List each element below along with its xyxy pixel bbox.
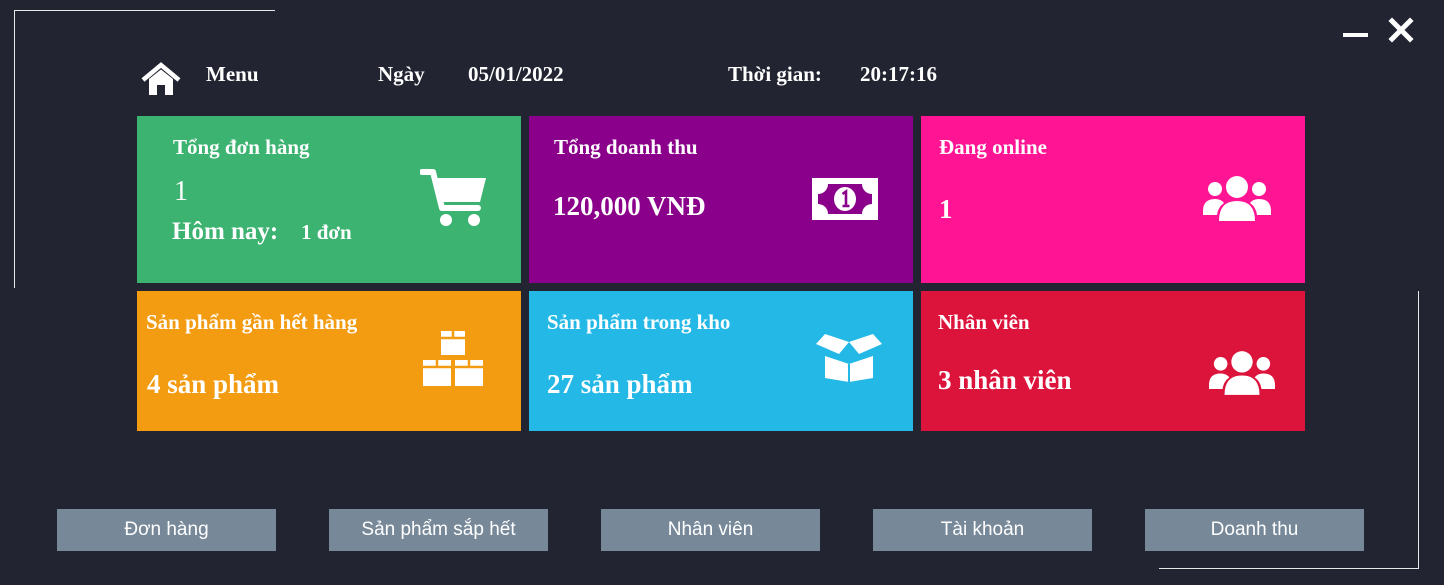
- tile-online[interactable]: Đang online 1: [921, 116, 1305, 283]
- frame-top-left-v: [14, 10, 15, 288]
- tile-total-revenue[interactable]: Tổng doanh thu 120,000 VNĐ: [529, 116, 913, 283]
- today-label: Hôm nay:: [172, 218, 279, 245]
- tile-value: 120,000 VNĐ: [553, 191, 706, 221]
- tile-title: Tổng doanh thu: [554, 135, 698, 159]
- close-button[interactable]: [1388, 17, 1414, 43]
- tile-staff[interactable]: Nhân viên 3 nhân viên: [921, 291, 1305, 431]
- tile-title: Tổng đơn hàng: [173, 135, 310, 159]
- users-icon: [1203, 175, 1271, 228]
- tile-total-orders[interactable]: Tổng đơn hàng 1 Hôm nay: 1 đơn: [137, 116, 521, 283]
- menu-label[interactable]: Menu: [206, 62, 259, 87]
- tile-low-stock[interactable]: Sản phẩm gần hết hàng 4 sản phẩm: [137, 291, 521, 431]
- date-label: Ngày: [378, 62, 425, 86]
- tile-value: 1: [939, 194, 953, 224]
- tile-in-stock[interactable]: Sản phẩm trong kho 27 sản phẩm: [529, 291, 913, 431]
- minimize-icon: [1343, 33, 1368, 37]
- tile-title: Nhân viên: [938, 310, 1030, 334]
- shopping-cart-icon: [419, 168, 488, 233]
- close-icon: [1388, 17, 1414, 43]
- home-icon: [141, 62, 181, 95]
- orders-button[interactable]: Đơn hàng: [57, 509, 276, 551]
- time-value: 20:17:16: [860, 62, 937, 86]
- home-button[interactable]: [141, 62, 181, 98]
- tile-title: Đang online: [939, 135, 1047, 159]
- tile-value: 27 sản phẩm: [547, 369, 693, 399]
- users-icon: [1209, 350, 1275, 402]
- today-value: 1 đơn: [301, 220, 352, 244]
- boxes-icon: [421, 329, 485, 394]
- revenue-button[interactable]: Doanh thu: [1145, 509, 1364, 551]
- tile-value: 4 sản phẩm: [147, 369, 280, 399]
- tile-title: Sản phẩm trong kho: [547, 310, 731, 334]
- minimize-button[interactable]: [1342, 20, 1370, 40]
- tile-title: Sản phẩm gần hết hàng: [146, 310, 358, 334]
- tile-value: 3 nhân viên: [938, 365, 1072, 395]
- frame-top-left-h: [14, 10, 275, 11]
- time-label: Thời gian:: [728, 62, 822, 86]
- low-stock-products-button[interactable]: Sản phẩm sắp hết: [329, 509, 548, 551]
- open-box-icon: [815, 334, 883, 387]
- frame-bottom-right-v: [1418, 291, 1419, 569]
- date-value: 05/01/2022: [468, 62, 564, 86]
- staff-button[interactable]: Nhân viên: [601, 509, 820, 551]
- accounts-button[interactable]: Tài khoản: [873, 509, 1092, 551]
- tile-value: 1: [174, 176, 188, 207]
- frame-bottom-right-h: [1159, 568, 1419, 569]
- money-bill-icon: [811, 177, 879, 226]
